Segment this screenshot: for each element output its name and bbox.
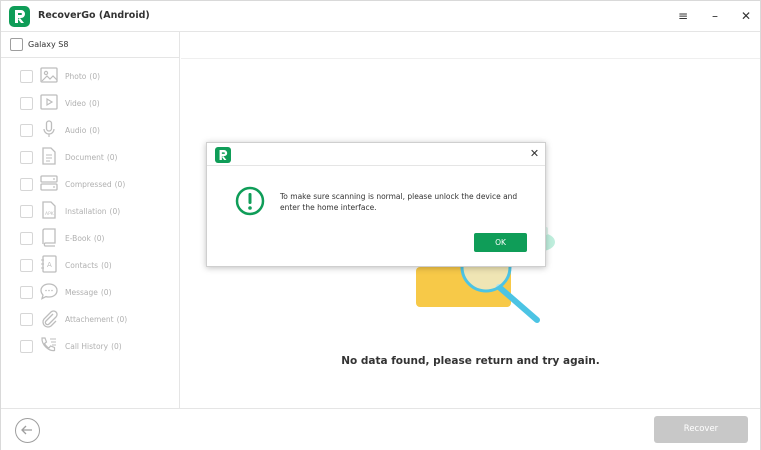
sidebar-item-video[interactable]: Video (0) [1,90,180,117]
message-icon [40,283,58,300]
video-icon [40,94,58,110]
dialog-close-button[interactable]: ✕ [528,147,541,160]
dialog-message: To make sure scanning is normal, please … [280,192,518,212]
category-label: Video [65,99,87,108]
microphone-icon [43,120,55,137]
category-count: (0) [93,234,105,243]
apk-icon: APK [42,201,56,219]
app-title: RecoverGo (Android) [38,10,150,21]
dialog-header: ✕ [207,143,545,166]
category-checkbox[interactable] [20,286,33,299]
category-label: E-Book [65,234,91,243]
category-label: Compressed [65,180,112,189]
app-logo-icon [9,6,30,27]
minimize-button[interactable]: – [708,9,722,23]
category-count: (0) [89,126,100,135]
sidebar-item-message[interactable]: Message (0) [1,279,180,306]
sidebar-item-compressed[interactable]: Compressed (0) [1,171,180,198]
archive-icon [40,175,58,191]
category-count: (0) [114,180,126,189]
divider [181,58,760,59]
category-count: (0) [101,261,112,270]
contacts-icon: A [41,255,57,273]
category-checkbox[interactable] [20,151,33,164]
category-label: Call History [65,342,109,351]
category-count: (0) [100,288,112,297]
category-checkbox[interactable] [20,124,33,137]
title-bar: RecoverGo (Android) ≡ – ✕ [1,1,760,32]
category-label: Attachement [65,315,114,324]
photo-icon [40,67,58,83]
app-window: RecoverGo (Android) ≡ – ✕ Galaxy S8 Phot… [0,0,761,450]
sidebar-item-audio[interactable]: Audio (0) [1,117,180,144]
svg-text:A: A [47,261,52,269]
category-label: Installation [65,207,107,216]
category-checkbox[interactable] [20,259,33,272]
category-label: Audio [65,126,87,135]
category-checkbox[interactable] [20,97,33,110]
category-checkbox[interactable] [20,205,33,218]
device-checkbox[interactable] [10,38,23,51]
sidebar-item-photo[interactable]: Photo (0) [1,63,180,90]
category-count: (0) [116,315,128,324]
category-count: (0) [111,342,122,351]
sidebar-item-ebook[interactable]: E-Book (0) [1,225,180,252]
sidebar-item-contacts[interactable]: A Contacts (0) [1,252,180,279]
close-button[interactable]: ✕ [739,9,753,23]
svg-text:APK: APK [45,211,55,217]
attachment-icon [42,310,58,328]
menu-icon[interactable]: ≡ [676,9,690,23]
category-checkbox[interactable] [20,232,33,245]
category-label: Document [65,153,104,162]
unlock-device-dialog: ✕ To make sure scanning is normal, pleas… [206,142,546,267]
sidebar-item-installation[interactable]: APK Installation (0) [1,198,180,225]
warning-icon [235,186,265,216]
footer-bar: Recover [1,408,760,450]
category-label: Message [65,288,98,297]
category-count: (0) [106,153,118,162]
category-checkbox[interactable] [20,70,33,83]
ok-button[interactable]: OK [474,233,527,252]
category-checkbox[interactable] [20,178,33,191]
category-count: (0) [89,99,100,108]
device-name: Galaxy S8 [28,40,69,49]
category-count: (0) [89,72,101,81]
sidebar: Galaxy S8 Photo (0) Video (0) Audio (0) … [1,32,180,408]
empty-message: No data found, please return and try aga… [341,355,600,367]
app-logo-icon [215,147,231,163]
sidebar-item-attachment[interactable]: Attachement (0) [1,306,180,333]
document-icon [42,147,56,165]
category-checkbox[interactable] [20,313,33,326]
sidebar-item-document[interactable]: Document (0) [1,144,180,171]
recover-button[interactable]: Recover [654,416,748,443]
back-button[interactable] [15,418,40,443]
sidebar-item-call-history[interactable]: Call History (0) [1,333,180,360]
category-checkbox[interactable] [20,340,33,353]
call-history-icon [41,337,56,352]
book-icon [42,228,56,247]
category-count: (0) [109,207,121,216]
category-label: Photo [65,72,87,81]
device-row[interactable]: Galaxy S8 [1,32,180,58]
arrow-left-icon [21,425,32,435]
category-label: Contacts [65,261,99,270]
